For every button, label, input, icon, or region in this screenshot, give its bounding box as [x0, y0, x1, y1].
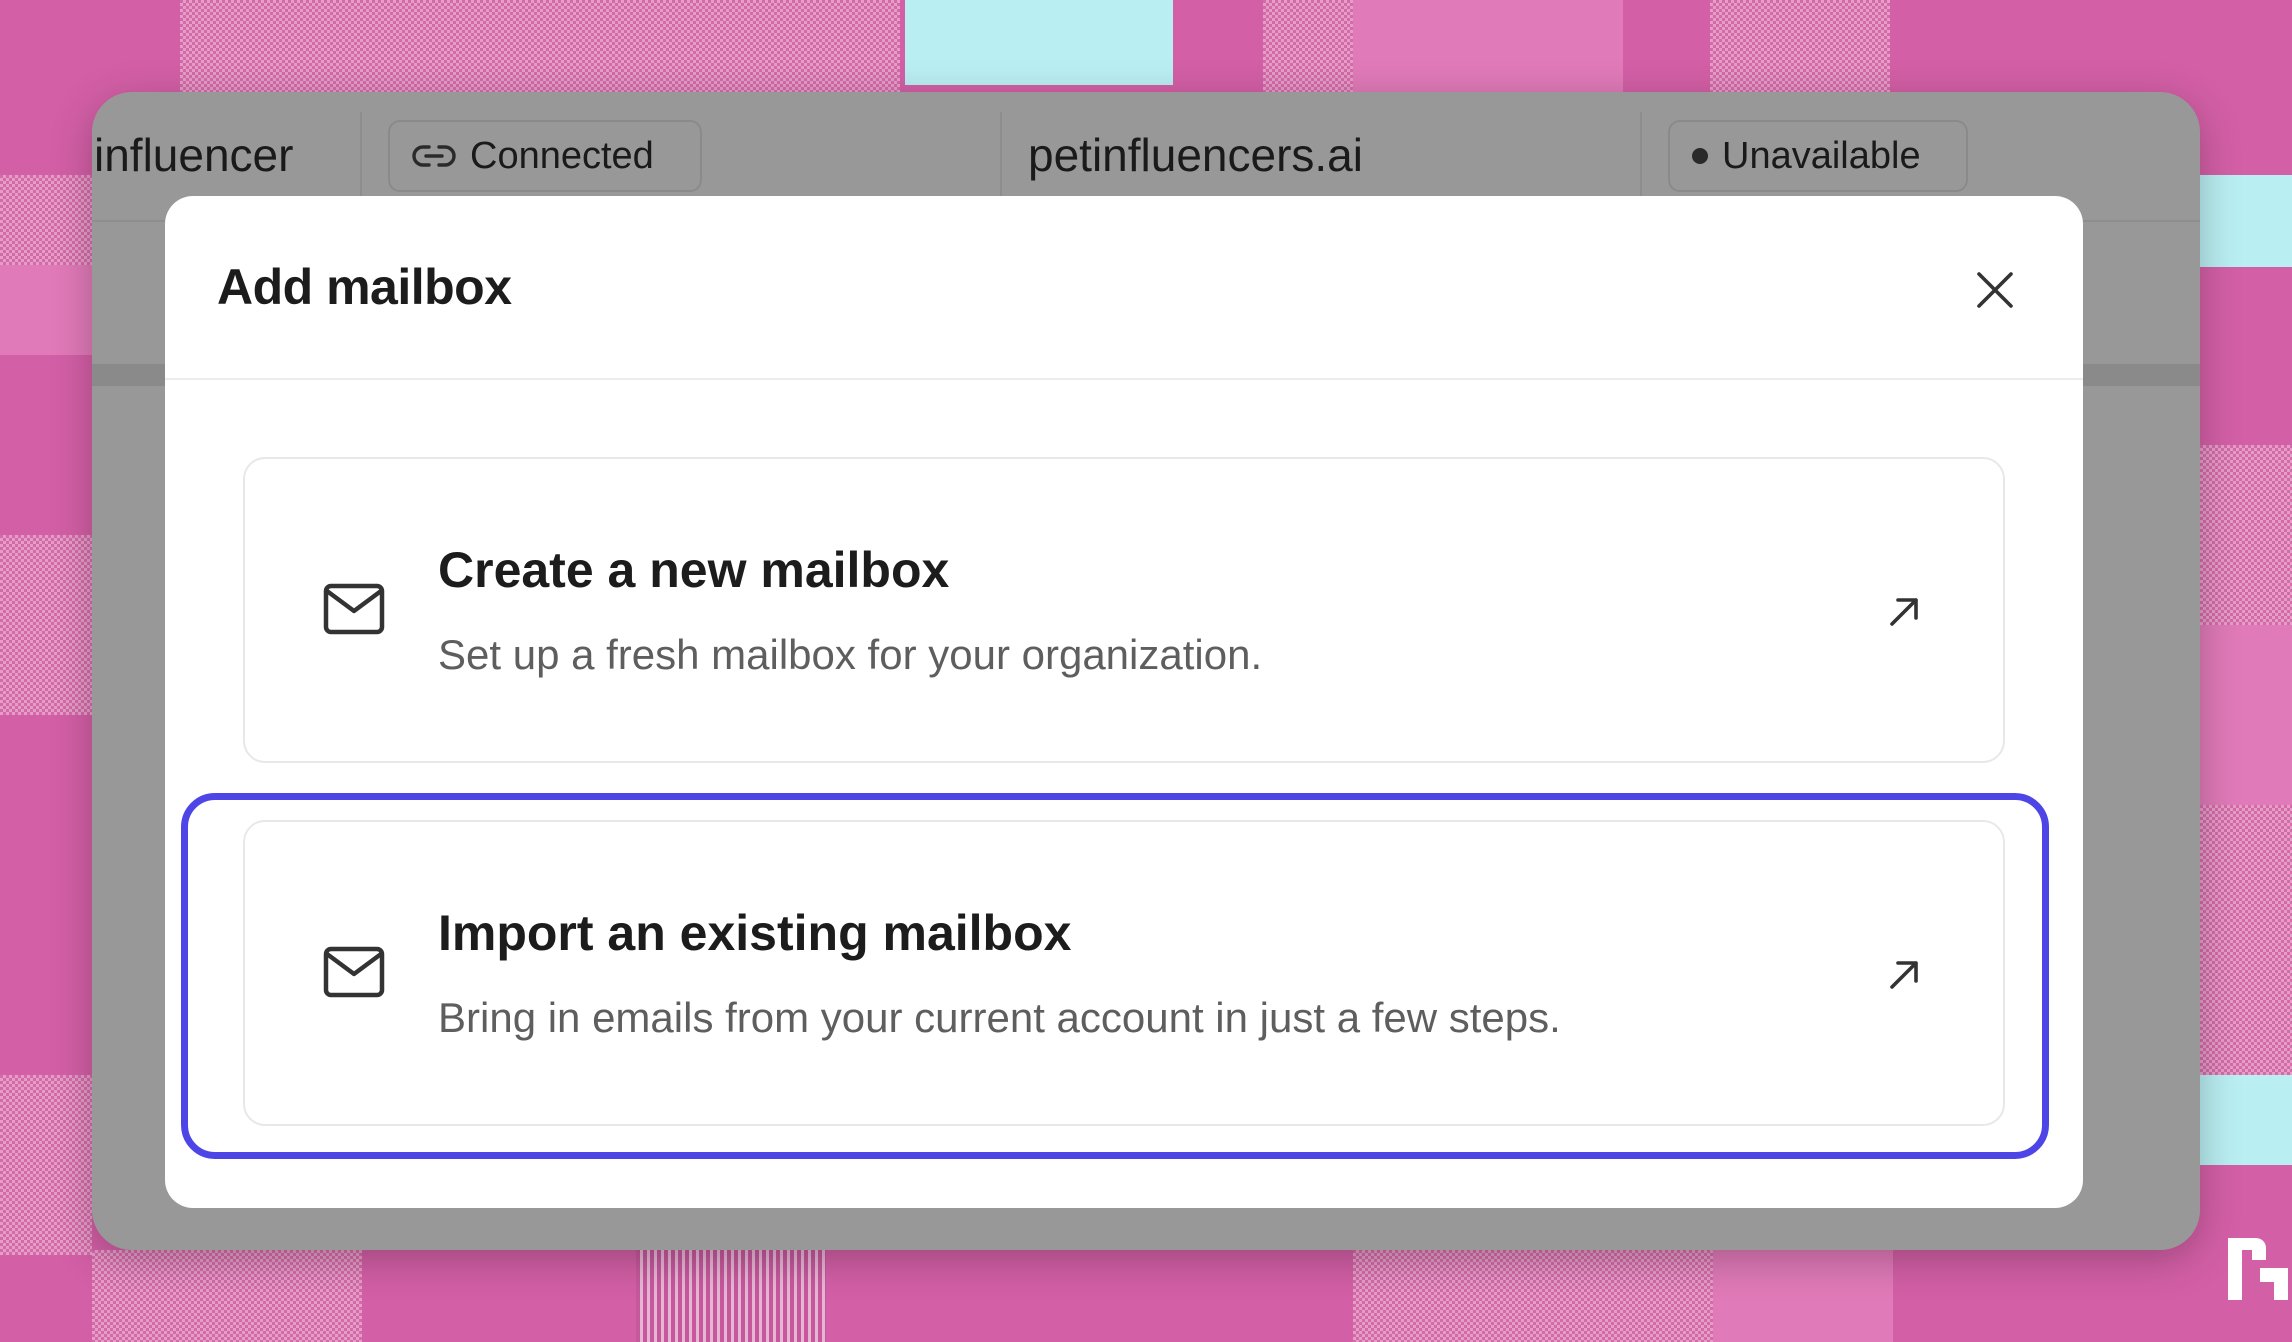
background-block — [0, 1075, 92, 1255]
mail-icon — [323, 946, 385, 998]
create-mailbox-option[interactable]: Create a new mailbox Set up a fresh mail… — [243, 457, 2005, 763]
background-block — [0, 535, 92, 715]
close-button[interactable] — [1973, 268, 2017, 312]
background-block — [1353, 0, 1623, 92]
background-block — [1263, 0, 1353, 92]
availability-badge: Unavailable — [1668, 120, 1968, 192]
link-icon — [412, 145, 456, 167]
connection-status-label: Connected — [470, 134, 654, 177]
option-title: Import an existing mailbox — [438, 905, 1072, 961]
connection-status-badge: Connected — [388, 120, 702, 192]
brand-logo — [2228, 1238, 2288, 1300]
mailbox-name-cell: influencer — [94, 129, 294, 181]
background-block — [905, 0, 1173, 85]
background-block — [2196, 175, 2292, 267]
dialog-header: Add mailbox — [165, 196, 2083, 380]
close-icon — [1977, 272, 2013, 308]
availability-label: Unavailable — [1722, 134, 1921, 177]
domain-cell: petinfluencers.ai — [1028, 129, 1363, 181]
background-block — [2196, 1075, 2292, 1165]
arrow-up-right-icon — [1890, 598, 1918, 626]
option-description: Bring in emails from your current accoun… — [438, 994, 1561, 1041]
option-description: Set up a fresh mailbox for your organiza… — [438, 631, 1263, 678]
background-block — [1353, 1250, 1713, 1342]
background-block — [2200, 445, 2292, 625]
background-block — [2200, 625, 2292, 805]
add-mailbox-dialog: Add mailbox Create a new mailbox Set up … — [165, 196, 2083, 1208]
dialog-title: Add mailbox — [217, 259, 512, 315]
status-dot-icon — [1692, 148, 1708, 164]
background-block — [1710, 0, 1890, 92]
background-block — [0, 265, 92, 355]
arrow-up-right-icon — [1890, 961, 1918, 989]
option-title: Create a new mailbox — [438, 542, 950, 598]
mail-icon — [323, 583, 385, 635]
background-block — [0, 175, 92, 265]
background-block — [636, 1250, 826, 1342]
background-block — [180, 0, 900, 92]
background-block — [2200, 805, 2292, 1075]
import-mailbox-option[interactable]: Import an existing mailbox Bring in emai… — [243, 820, 2005, 1126]
background-block — [92, 1250, 362, 1342]
background-block — [1713, 1250, 1893, 1342]
